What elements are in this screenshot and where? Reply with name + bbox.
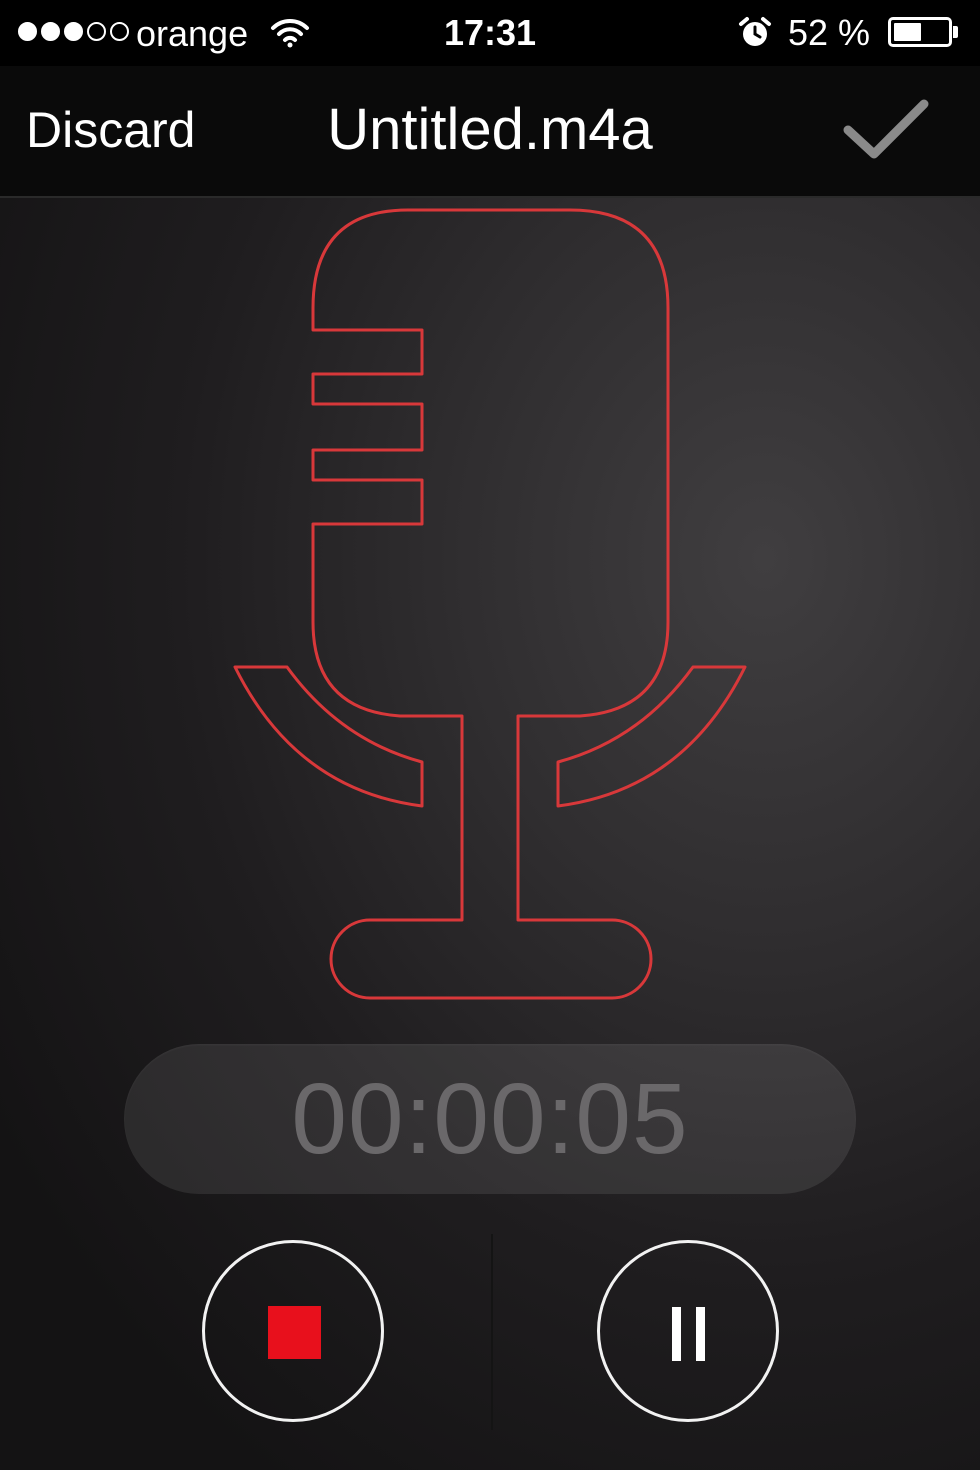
- elapsed-time: 00:00:05: [291, 1063, 689, 1175]
- status-bar: orange 17:31 52 %: [0, 0, 980, 66]
- voice-recorder-screen: orange 17:31 52 % Discard Untitled.m4a 0…: [0, 0, 980, 1470]
- alarm-icon: [738, 16, 772, 55]
- recording-title: Untitled.m4a: [327, 97, 653, 162]
- battery-tip: [953, 26, 958, 38]
- battery-percentage: 52 %: [788, 12, 871, 53]
- battery-fill: [894, 23, 922, 41]
- pause-bar: [696, 1307, 705, 1361]
- controls-divider: [491, 1234, 493, 1430]
- stop-button[interactable]: [202, 1240, 384, 1422]
- checkmark-icon[interactable]: [838, 96, 932, 171]
- microphone-illustration: [0, 196, 980, 1031]
- navigation-bar: Discard Untitled.m4a: [0, 66, 980, 198]
- battery-icon: [888, 17, 952, 47]
- pause-bar: [672, 1307, 681, 1361]
- timer-display: 00:00:05: [124, 1044, 856, 1194]
- pause-button[interactable]: [597, 1240, 779, 1422]
- stop-icon: [268, 1306, 321, 1359]
